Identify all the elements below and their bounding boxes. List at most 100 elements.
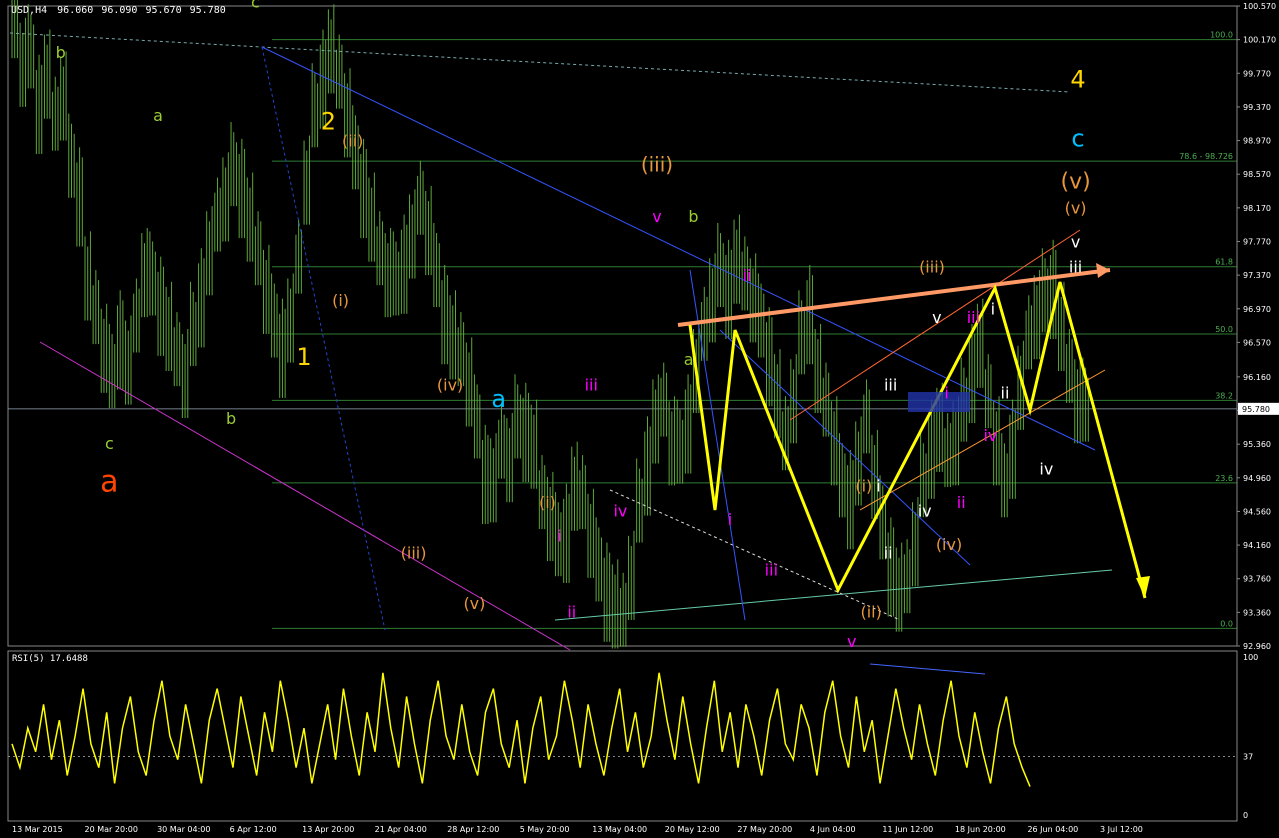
wave-label: (i) [855,476,872,495]
time-tick-label: 13 May 04:00 [592,825,647,834]
price-tick-label: 96.970 [1243,305,1271,314]
price-tick-label: 95.360 [1243,440,1271,449]
price-tick-label: 97.370 [1243,271,1271,280]
time-tick-label: 20 Mar 20:00 [85,825,138,834]
time-tick-label: 11 Jun 12:00 [882,825,933,834]
fib-label: 78.6 - 98.726 [1179,152,1233,161]
wave-label: v [932,308,941,327]
wave-label: iv [918,501,932,520]
time-tick-label: 4 Jun 04:00 [810,825,856,834]
wave-label: c [1071,124,1084,152]
rsi-tick-label: 37 [1243,753,1253,762]
wave-label: ii [884,544,893,563]
wave-label: i [557,527,561,546]
fib-label: 100.0 [1210,31,1233,40]
chart-background [0,0,1279,834]
wave-label: (iv) [936,535,962,554]
time-tick-label: 3 Jul 12:00 [1100,825,1143,834]
trading-chart[interactable]: 100.0 78.6 - 98.726 61.8 50.0 38.2 23.6 0.0 c b… [0,0,1279,834]
wave-label: (ii) [860,602,881,621]
wave-label: iii [765,560,778,579]
time-tick-label: 20 May 12:00 [665,825,720,834]
price-tick-label: 98.170 [1243,204,1271,213]
wave-label: iii [967,308,980,327]
price-tick-label: 99.770 [1243,69,1271,78]
price-tick-label: 97.770 [1243,237,1271,246]
rsi-title: RSI(5) 17.6488 [12,654,88,664]
time-tick-label: 26 Jun 04:00 [1027,825,1078,834]
fib-label: 0.0 [1220,619,1233,628]
wave-label: b [226,409,236,428]
price-tick-label: 100.570 [1243,2,1276,11]
fib-label: 61.8 [1215,258,1233,267]
price-tick-label: 100.170 [1243,36,1276,45]
wave-label: (iii) [641,153,673,177]
wave-label: v [847,632,856,651]
rsi-tick-label: 100 [1243,653,1258,662]
wave-label: a [684,350,694,369]
wave-label: c [251,0,260,12]
price-tick-label: 94.160 [1243,541,1271,550]
price-tick-label: 93.360 [1243,608,1271,617]
wave-label: 4 [1070,66,1085,94]
time-tick-label: 18 Jun 20:00 [955,825,1006,834]
price-tick-label: 98.570 [1243,170,1271,179]
wave-label: iv [613,501,627,520]
wave-label: (v) [1060,169,1090,194]
wave-label: i [991,300,995,319]
highlight-box [908,392,970,412]
fib-label: 23.6 [1215,474,1233,483]
wave-label: b [688,207,698,226]
price-tick-label: 99.370 [1243,103,1271,112]
wave-label: iii [585,375,598,394]
wave-label: (v) [1065,199,1087,218]
wave-label: c [105,434,114,453]
rsi-tick-label: 0 [1243,811,1248,820]
price-tick-label: 96.570 [1243,338,1271,347]
fib-label: 50.0 [1215,325,1233,334]
time-tick-label: 28 Apr 12:00 [447,825,499,834]
wave-label: iv [983,426,997,445]
wave-label: i [876,476,880,495]
wave-label: a [491,385,506,413]
price-tick-label: 96.160 [1243,373,1271,382]
symbol-header: USD,H4 96.060 96.090 95.670 95.780 [11,5,226,16]
wave-label: ii [743,266,752,285]
wave-label: iv [1039,459,1053,478]
current-price-label: 95.780 [1242,405,1270,414]
time-tick-label: 5 May 20:00 [520,825,570,834]
wave-label: (ii) [342,131,363,150]
time-tick-label: 27 May 20:00 [737,825,792,834]
wave-label: v [1071,232,1080,251]
wave-label: v [652,207,661,226]
time-tick-label: 6 Apr 12:00 [230,825,277,834]
wave-label: a [100,464,118,499]
wave-label: (iii) [401,544,427,563]
wave-label: iii [884,375,897,394]
time-tick-label: 13 Mar 2015 [12,825,63,834]
price-tick-label: 94.560 [1243,507,1271,516]
price-tick-label: 93.760 [1243,575,1271,584]
wave-label: (iii) [919,258,945,277]
fib-label: 38.2 [1215,391,1233,400]
wave-label: b [56,43,66,62]
wave-label: ii [1001,384,1010,403]
wave-label: iii [1069,258,1082,277]
price-tick-label: 98.970 [1243,137,1271,146]
time-tick-label: 21 Apr 04:00 [375,825,427,834]
wave-label: (i) [332,291,349,310]
wave-label: i [728,510,732,529]
wave-label: ii [957,493,966,512]
wave-label: 1 [296,343,311,371]
time-tick-label: 30 Mar 04:00 [157,825,210,834]
price-tick-label: 92.960 [1243,642,1271,651]
wave-label: (i) [539,493,556,512]
wave-label: i [944,384,948,403]
wave-label: ii [567,602,576,621]
wave-label: (iv) [437,375,463,394]
wave-label: a [153,106,163,125]
wave-label: (v) [463,594,485,613]
wave-label: 2 [321,108,336,136]
time-tick-label: 13 Apr 20:00 [302,825,354,834]
chart-canvas[interactable]: 100.0 78.6 - 98.726 61.8 50.0 38.2 23.6 0.0 c b… [0,0,1279,834]
